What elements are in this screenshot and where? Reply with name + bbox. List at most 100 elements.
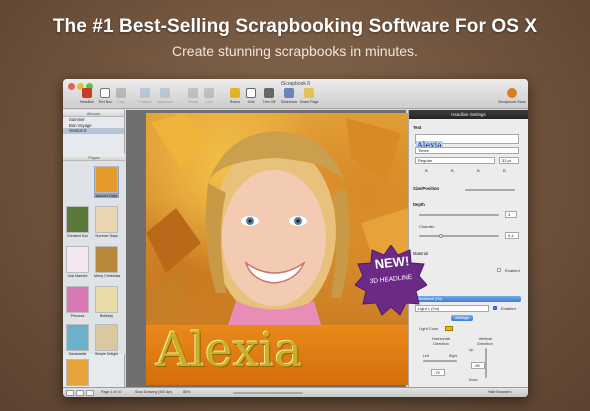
store-button[interactable]: iScrapbook Store — [497, 88, 527, 104]
material-enabled-label: Enabled — [505, 268, 520, 273]
page-thumbnail-label: Greatest Son — [66, 234, 89, 238]
page-info: Page 1 of 10 — [101, 390, 122, 394]
page-thumbnail-image — [95, 246, 118, 273]
page-thumbnail-image — [95, 324, 118, 351]
page-thumbnail[interactable]: Sandcastle — [65, 324, 90, 356]
albums-header: Albums — [63, 110, 124, 117]
vertical-direction-label: Vertical Direction — [477, 336, 493, 346]
settings-button[interactable]: Settings — [451, 315, 473, 321]
page-thumbnail-label: Simple Delight — [94, 352, 119, 356]
chamfer-knob[interactable] — [439, 234, 443, 238]
left-label: Left — [423, 354, 429, 358]
light-color-swatch[interactable] — [445, 326, 453, 331]
page-thumbnail[interactable]: Autumn Days — [94, 166, 119, 198]
page-thumbnail-image — [66, 286, 89, 313]
3d-headline-text[interactable]: Alexia — [156, 323, 386, 378]
light-enabled-checkbox[interactable] — [493, 306, 497, 310]
page-thumbnail[interactable]: Greatest Son — [65, 206, 90, 238]
size-position-section[interactable]: Size/Position — [413, 186, 439, 191]
lock-icon — [204, 88, 214, 98]
forward-icon — [140, 88, 150, 98]
horizontal-slider[interactable] — [423, 360, 457, 362]
align-bold-button[interactable]: B — [425, 168, 428, 173]
page-thumbnail-label: Birthday — [99, 314, 114, 318]
page-thumbnail-image — [66, 246, 89, 273]
add-page-button[interactable] — [66, 390, 74, 396]
page-thumbnail[interactable]: Princess — [65, 286, 90, 318]
drawing-quality[interactable]: Slow Drawing (300 dpi) — [135, 390, 172, 394]
view-mode-button[interactable] — [76, 390, 84, 396]
page-thumbnail[interactable]: Summer Days — [94, 206, 119, 238]
share-page-button[interactable]: Share Page — [297, 88, 321, 104]
album-item-version-5[interactable]: Version 5 — [63, 128, 124, 134]
page-thumbnail-image — [95, 166, 118, 193]
page-thumbnail-label: Autumn Days — [95, 194, 118, 198]
font-select[interactable]: Times — [415, 147, 519, 154]
page-thumbnail-label: Sandcastle — [68, 352, 87, 356]
material-enabled-checkbox[interactable] — [497, 268, 501, 272]
inspector-title: Headline Settings — [409, 110, 528, 119]
vertical-slider[interactable] — [485, 348, 487, 378]
depth-value[interactable]: 3 — [505, 211, 517, 218]
chamfer-label: Chamfer — [419, 224, 435, 229]
directional-select[interactable]: Directional (On) — [415, 296, 521, 302]
slideshow-icon — [284, 88, 294, 98]
list-mode-button[interactable] — [86, 390, 94, 396]
promo-subtitle: Create stunning scrapbooks in minutes. — [172, 43, 418, 59]
status-bar: Page 1 of 10 Slow Drawing (300 dpi) 86% … — [63, 387, 528, 397]
align-center-button[interactable]: B — [477, 168, 480, 173]
grid-icon — [246, 88, 256, 98]
title-bar: iScrapbook 6 Headline Text Box Crop Forw… — [63, 79, 528, 109]
vertical-value[interactable]: -90 — [471, 362, 485, 369]
pages-header: Pages — [63, 154, 125, 161]
depth-slider[interactable] — [419, 214, 499, 216]
down-label: Down — [469, 378, 478, 382]
align-right-button[interactable]: B — [503, 168, 506, 173]
promo-title: The #1 Best-Selling Scrapbooking Softwar… — [52, 16, 538, 37]
pages-browser: Pages Autumn Days Greatest Son Summer Days… — [63, 154, 125, 391]
sidebar: Albums Summer Bon Voyage Version 5 Pages… — [63, 110, 125, 391]
page-thumbnail-image — [95, 206, 118, 233]
light-color-label: Light Color — [419, 326, 439, 331]
depth-section[interactable]: Depth — [413, 202, 425, 207]
page-thumbnail-image — [95, 286, 118, 313]
page-thumbnail-label: Summer Days — [95, 234, 118, 238]
right-label: Right — [449, 354, 457, 358]
text-section-label[interactable]: Text — [413, 125, 421, 130]
share-icon — [304, 88, 314, 98]
app-window: iScrapbook 6 Headline Text Box Crop Forw… — [63, 79, 528, 397]
page-thumbnail[interactable]: Just Married — [65, 246, 90, 278]
lock-button[interactable]: Lock — [197, 88, 221, 104]
page-thumbnail[interactable]: Simple Delight — [94, 324, 119, 356]
crop-icon — [116, 88, 126, 98]
hide-browsers-button[interactable]: Hide Browsers — [488, 390, 511, 394]
chamfer-value[interactable]: 0.4 — [505, 232, 519, 239]
crop-button[interactable]: Crop — [109, 88, 133, 104]
backward-icon — [160, 88, 170, 98]
up-label: Up — [469, 348, 474, 352]
align-left-button[interactable]: B — [451, 168, 454, 173]
horizontal-value[interactable]: -79 — [431, 369, 445, 376]
page-thumbnail-label: Merry Christmas — [94, 274, 121, 278]
page-thumbnail[interactable]: Birthday — [94, 286, 119, 318]
window-title: iScrapbook 6 — [280, 81, 311, 87]
horizontal-direction-label: Horizontal Direction — [431, 336, 450, 346]
page-thumbnail-label: Just Married — [67, 274, 88, 278]
style-select[interactable]: Regular — [415, 157, 495, 164]
zoom-slider[interactable] — [233, 392, 303, 394]
light-enabled-label: Enabled — [501, 306, 516, 311]
store-icon — [507, 88, 517, 98]
size-field[interactable]: 32 pt — [499, 157, 519, 164]
zoom-level[interactable]: 86% — [183, 390, 190, 394]
page-thumbnail[interactable]: Merry Christmas — [94, 246, 121, 278]
page-thumbnail-image — [66, 359, 89, 386]
page-thumbnail-image — [66, 206, 89, 233]
chamfer-slider[interactable] — [419, 235, 499, 237]
backward-button[interactable]: Backward — [153, 88, 177, 104]
headline-text-field[interactable]: Alexia — [415, 134, 519, 150]
trim-icon — [264, 88, 274, 98]
size-slider[interactable] — [465, 189, 515, 191]
page-thumbnail-image — [66, 324, 89, 351]
headline-icon — [82, 88, 92, 98]
page-thumbnail-label: Princess — [70, 314, 85, 318]
